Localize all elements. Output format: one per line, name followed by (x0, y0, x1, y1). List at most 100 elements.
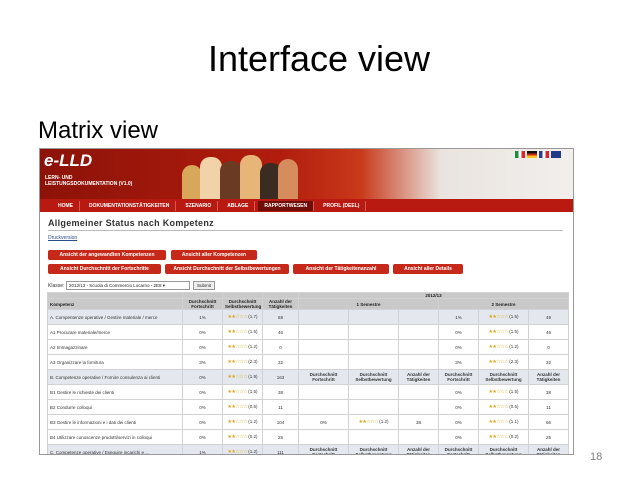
main-navigation: HOME DOKUMENTATIONSTÄTIGKEITEN SZENARIO … (40, 199, 573, 212)
s2-avg-self: ★★☆☆☆ (1.5) (478, 324, 529, 340)
rating-stars-icon: ★★☆☆☆ (488, 344, 510, 350)
avg-progress: 0% (182, 369, 223, 385)
s2-avg-progress: 1% (438, 309, 479, 325)
competence-name: B4 Utilizzare conoscenze prodotti/serviz… (47, 429, 183, 445)
slide-title: Interface view (207, 38, 431, 79)
activity-count: 111 (262, 444, 299, 454)
competence-name: A3 Organizzare la fornitura (47, 354, 183, 370)
s1-activity-count: 38 (398, 414, 439, 430)
s2-activity-count: Anzahl der Tätigkeiten (528, 369, 569, 385)
app-logo: e-LLD (44, 151, 93, 170)
competence-name: A1 Procurare materiale/merce (47, 324, 183, 340)
s2-avg-self: Durchschnitt Selbstbewertung (478, 369, 529, 385)
avg-progress: 0% (182, 414, 223, 430)
nav-rapportwesen[interactable]: RAPPORTWESEN (258, 200, 315, 211)
rating-stars-icon: ★★☆☆☆ (227, 329, 249, 335)
rating-stars-icon: ★★☆☆☆ (227, 434, 249, 440)
col-kompetenz: Kompetenz (47, 298, 183, 310)
s1-avg-progress (298, 339, 349, 355)
print-version-link[interactable]: Druckversion (48, 235, 77, 241)
s1-activity-count: Anzahl der Tätigkeiten (398, 369, 439, 385)
flag-de-icon (527, 151, 537, 158)
table-row: B2 Condurre colloqui 0% ★★☆☆☆ (0.5) 11 0% ★★☆… (47, 399, 569, 415)
avg-self: ★★☆☆☆ (1.7) (222, 309, 263, 325)
s1-avg-self (348, 399, 399, 415)
avg-progress: 3% (182, 354, 223, 370)
activity-count: 104 (262, 414, 299, 430)
avg-self: ★★☆☆☆ (1.2) (222, 414, 263, 430)
avg-progress: 1% (182, 309, 223, 325)
avg-self: ★★☆☆☆ (2.3) (222, 354, 263, 370)
s2-avg-progress: 0% (438, 399, 479, 415)
rating-stars-icon: ★★☆☆☆ (227, 449, 249, 455)
col-avg-self: Durchschnitt Selbstbewertung (222, 298, 263, 310)
competence-name: A. Compentenze operative / Gestire mater… (47, 309, 183, 325)
rating-stars-icon: ★★☆☆☆ (488, 359, 510, 365)
submit-button[interactable]: Submit (193, 281, 215, 290)
view-activity-count-button[interactable]: Ansicht der Tätigkeitenanzahl (293, 264, 389, 274)
s2-avg-self: ★★☆☆☆ (1.1) (478, 414, 529, 430)
competence-name: B3 Gestire le informazioni e i dati dei … (47, 414, 183, 430)
s2-activity-count: 66 (528, 414, 569, 430)
avg-progress: 0% (182, 429, 223, 445)
rating-stars-icon: ★★☆☆☆ (488, 434, 510, 440)
rating-stars-icon: ★★☆☆☆ (227, 404, 249, 410)
rating-stars-icon: ★★☆☆☆ (227, 374, 249, 380)
competence-name: C. Competenze operative / Eseguire incar… (47, 444, 183, 454)
table-row: A1 Procurare materiale/merce 0% ★★☆☆☆ (1.5… (47, 324, 569, 340)
s2-activity-count: 0 (528, 339, 569, 355)
activity-count: 11 (262, 399, 299, 415)
semester-2-header: 2 Semestre (438, 298, 569, 310)
table-row: B4 Utilizzare conoscenze prodotti/serviz… (47, 429, 569, 445)
activity-count: 25 (262, 429, 299, 445)
rating-stars-icon: ★★☆☆☆ (227, 344, 249, 350)
avg-progress: 0% (182, 324, 223, 340)
s1-avg-self (348, 429, 399, 445)
banner-people-image (180, 152, 300, 199)
s2-avg-progress: 0% (438, 384, 479, 400)
table-row: B1 Gestire le richieste dei clienti 0% ★★☆… (47, 384, 569, 400)
nav-dokumentation[interactable]: DOKUMENTATIONSTÄTIGKEITEN (83, 200, 177, 211)
s1-avg-self: Durchschnitt Selbstbewertung (348, 444, 399, 454)
s2-avg-progress: 0% (438, 339, 479, 355)
nav-home[interactable]: HOME (52, 200, 80, 211)
class-label: Klasse: (48, 283, 65, 289)
s1-avg-self: Durchschnitt Selbstbewertung (348, 369, 399, 385)
view-all-details-button[interactable]: Ansicht aller Details (393, 264, 463, 274)
view-all-competences-button[interactable]: Ansicht aller Kompetenzen (171, 250, 257, 260)
activity-count: 163 (262, 369, 299, 385)
class-select[interactable]: 2012/13 - Scuola di Commercio Locarno - … (66, 281, 190, 290)
avg-self: ★★☆☆☆ (0.2) (222, 429, 263, 445)
s1-avg-progress (298, 354, 349, 370)
avg-progress: 0% (182, 399, 223, 415)
competence-name: B1 Gestire le richieste dei clienti (47, 384, 183, 400)
view-avg-self-assessment-button[interactable]: Ansicht Durchschnitt der Selbstbewertung… (165, 264, 289, 274)
competence-name: B. Competenze operative / Fornire consul… (47, 369, 183, 385)
s2-avg-self: Durchschnitt Selbstbewertung (478, 444, 529, 454)
s2-activity-count: 11 (528, 399, 569, 415)
col-count: Anzahl der Tätigkeiten (262, 298, 299, 310)
s1-avg-self: ★★☆☆☆ (1.2) (348, 414, 399, 430)
view-applied-competences-button[interactable]: Ansicht der angewandten Kompetenzen (48, 250, 166, 260)
s1-activity-count: Anzahl der Tätigkeiten (398, 444, 439, 454)
page-heading: Allgemeiner Status nach Kompetenz (48, 218, 214, 228)
s1-avg-self (348, 354, 399, 370)
page-number: 18 (590, 451, 603, 463)
rating-stars-icon: ★★☆☆☆ (227, 359, 249, 365)
table-row: A3 Organizzare la fornitura 3% ★★☆☆☆ (2.3)… (47, 354, 569, 370)
app-banner: e-LLD LERN- UND LEISTUNGSDOKUMENTATION (… (40, 149, 573, 199)
nav-szenario[interactable]: SZENARIO (179, 200, 219, 211)
s1-avg-progress (298, 384, 349, 400)
s1-activity-count (398, 339, 439, 355)
s2-avg-self: ★★☆☆☆ (1.2) (478, 339, 529, 355)
nav-ablage[interactable]: ABLAGE (221, 200, 256, 211)
nav-profil[interactable]: PROFIL (DEEL) (317, 200, 367, 211)
avg-self: ★★☆☆☆ (1.2) (222, 339, 263, 355)
s2-avg-self: ★★☆☆☆ (1.5) (478, 384, 529, 400)
view-avg-progress-button[interactable]: Ansicht Durchschnitt der Fortschritte (48, 264, 161, 274)
heading-divider (48, 230, 563, 231)
slide-subtitle: Matrix view (38, 117, 159, 144)
language-flags[interactable] (515, 151, 561, 158)
s2-avg-progress: 0% (438, 429, 479, 445)
s1-avg-self (348, 324, 399, 340)
